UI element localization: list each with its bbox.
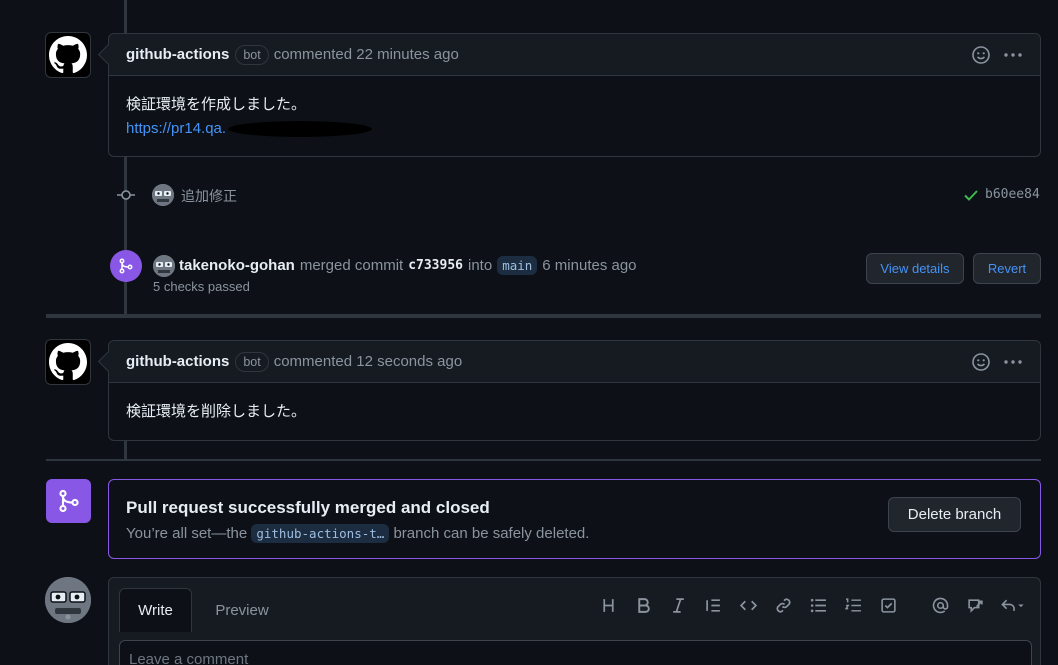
user-avatar-icon [152, 184, 174, 206]
bot-badge: bot [235, 351, 269, 372]
merged-status-icon [46, 479, 91, 523]
comment-author[interactable]: github-actions [126, 46, 229, 63]
comment-timestamp[interactable]: commented 22 minutes ago [274, 46, 459, 63]
comment-header: github-actions bot commented 22 minutes … [109, 34, 1040, 76]
github-logo-icon [49, 36, 87, 74]
redaction-mark [228, 121, 373, 137]
timeline-end-divider [46, 459, 1041, 461]
current-user-avatar[interactable] [45, 577, 91, 623]
view-details-button[interactable]: View details [866, 253, 964, 284]
comment-body: 検証環境を作成しました。 https://pr14.qa. [109, 76, 1040, 158]
merge-time[interactable]: 6 minutes ago [542, 257, 636, 274]
link-icon[interactable] [766, 594, 801, 616]
tab-preview[interactable]: Preview [205, 588, 279, 632]
merged-status-box: Pull request successfully merged and clo… [108, 479, 1041, 559]
bot-badge: bot [235, 44, 269, 65]
smiley-icon[interactable] [971, 45, 991, 65]
comment-text: 検証環境を作成しました。 [126, 96, 307, 113]
user-avatar-icon [45, 577, 91, 623]
merged-text: merged commit [299, 256, 404, 274]
base-branch[interactable]: main [497, 255, 538, 275]
timeline-line-middle [124, 157, 127, 315]
merger-username[interactable]: takenoko-gohan [179, 257, 295, 274]
git-merge-icon [58, 489, 79, 513]
delete-branch-button[interactable]: Delete branch [888, 497, 1021, 532]
merged-event-badge [110, 250, 142, 282]
smiley-icon[interactable] [971, 352, 991, 372]
commit-sha[interactable]: b60ee84 [985, 187, 1040, 202]
quote-icon[interactable] [696, 594, 731, 616]
head-branch[interactable]: github-actions-t… [251, 524, 390, 543]
comment-placeholder: Leave a comment [129, 651, 249, 665]
comment-timestamp[interactable]: commented 12 seconds ago [274, 353, 462, 370]
commit-message[interactable]: 追加修正 [181, 186, 237, 206]
comment-header: github-actions bot commented 12 seconds … [109, 341, 1040, 383]
reply-icon[interactable] [993, 594, 1033, 616]
markdown-toolbar [591, 594, 1033, 616]
check-icon[interactable] [963, 187, 979, 203]
heading-icon[interactable] [591, 594, 626, 616]
preview-link[interactable]: https://pr14.qa. [126, 117, 226, 141]
user-avatar-icon [153, 255, 175, 277]
comment-author[interactable]: github-actions [126, 353, 229, 370]
reference-icon[interactable] [958, 594, 993, 616]
comment-github-actions-1: github-actions bot commented 22 minutes … [108, 33, 1041, 157]
timeline-break [46, 314, 1041, 318]
merged-sub-suffix: branch can be safely deleted. [393, 525, 590, 542]
merged-sub-prefix: You’re all set—the [126, 525, 248, 542]
merger-avatar[interactable] [153, 255, 175, 277]
merge-event-line: takenoko-gohan merged commit c733956 int… [179, 254, 637, 276]
commit-author-avatar[interactable] [152, 184, 174, 206]
task-list-icon[interactable] [871, 594, 906, 616]
mention-icon[interactable] [923, 594, 958, 616]
unordered-list-icon[interactable] [801, 594, 836, 616]
git-merge-icon [119, 258, 133, 274]
comment-github-actions-2: github-actions bot commented 12 seconds … [108, 340, 1041, 441]
bold-icon[interactable] [626, 594, 661, 616]
kebab-horizontal-icon[interactable] [1003, 45, 1023, 65]
comment-body: 検証環境を削除しました。 [109, 383, 1040, 441]
comment-editor: Write Preview Leave a comment [108, 577, 1041, 665]
comment-textarea[interactable]: Leave a comment [119, 640, 1032, 665]
merge-commit-sha[interactable]: c733956 [408, 258, 463, 273]
timeline-line-lower [124, 441, 127, 461]
italic-icon[interactable] [661, 594, 696, 616]
into-text: into [468, 256, 493, 274]
tab-write[interactable]: Write [119, 588, 192, 632]
github-actions-avatar[interactable] [45, 339, 91, 385]
timeline-line-top [124, 0, 127, 33]
checks-status[interactable]: 5 checks passed [153, 279, 250, 294]
comment-text: 検証環境を削除しました。 [126, 403, 307, 420]
revert-button[interactable]: Revert [973, 253, 1041, 284]
github-actions-avatar[interactable] [45, 32, 91, 78]
commit-icon [117, 190, 135, 200]
ordered-list-icon[interactable] [836, 594, 871, 616]
code-icon[interactable] [731, 594, 766, 616]
kebab-horizontal-icon[interactable] [1003, 352, 1023, 372]
github-logo-icon [49, 343, 87, 381]
